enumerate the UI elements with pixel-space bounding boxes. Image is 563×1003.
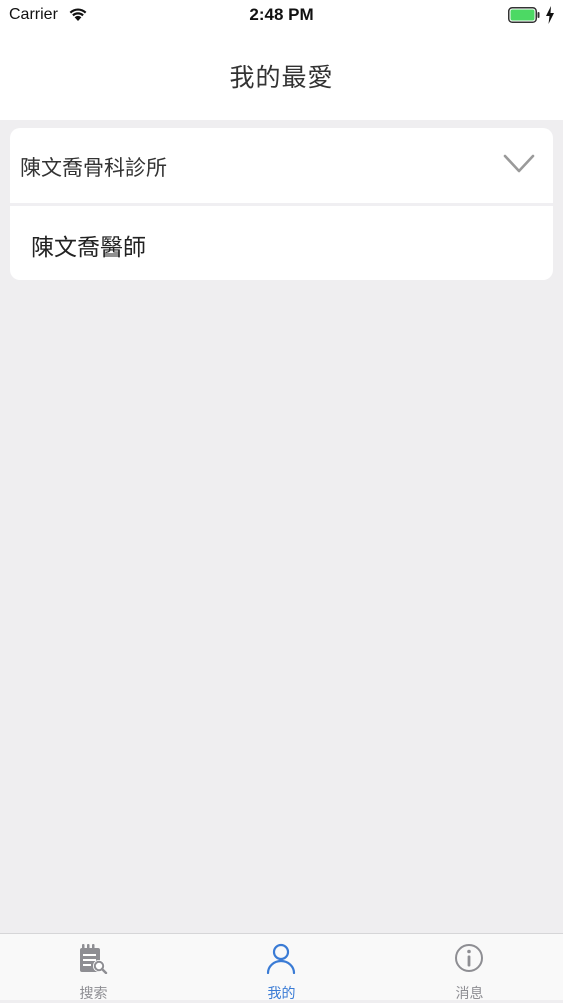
doctor-list-item[interactable]: 陳文喬醫師	[10, 206, 553, 280]
navigation-bar: 我的最愛	[0, 30, 563, 120]
clinic-name: 陳文喬骨科診所	[20, 156, 167, 180]
favorites-card: 陳文喬骨科診所 陳文喬醫師	[10, 128, 553, 280]
chevron-down-icon	[503, 154, 535, 173]
battery-icon	[508, 7, 540, 23]
charging-bolt-icon	[546, 6, 554, 24]
tab-bar: 搜索 我的 消息	[0, 933, 563, 1002]
person-icon	[266, 943, 296, 974]
doctor-name: 陳文喬醫師	[31, 235, 146, 261]
tab-messages[interactable]: 消息	[376, 934, 563, 1002]
tab-search-label: 搜索	[79, 986, 108, 1002]
tab-mine-label: 我的	[267, 986, 296, 1002]
page-title: 我的最愛	[229, 63, 334, 92]
status-time: 2:48 PM	[249, 5, 314, 24]
tab-mine[interactable]: 我的	[188, 934, 375, 1002]
search-notes-icon	[80, 944, 108, 974]
info-icon	[455, 944, 483, 972]
status-bar: Carrier 2:48 PM	[0, 0, 563, 30]
tab-search[interactable]: 搜索	[0, 934, 187, 1002]
tab-messages-label: 消息	[455, 986, 484, 1002]
clinic-group-header[interactable]: 陳文喬骨科診所	[10, 128, 553, 203]
